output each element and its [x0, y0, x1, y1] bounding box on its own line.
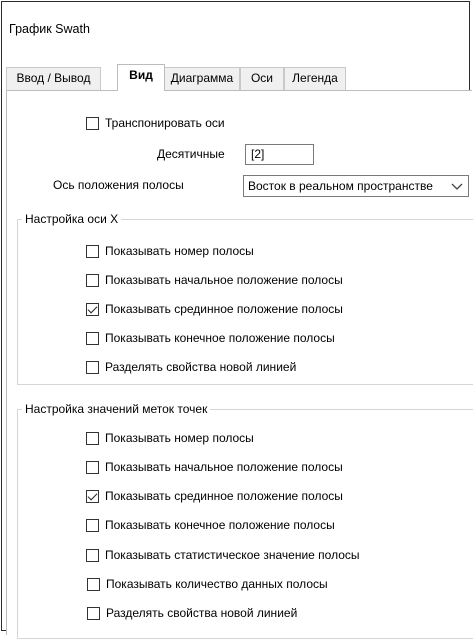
point-label-option-mid-position[interactable]: Показывать срединное положение полосы — [86, 488, 343, 504]
tab-view[interactable]: Вид — [117, 64, 165, 91]
x-axis-settings-title: Настройка оси X — [22, 212, 122, 226]
point-label-option-start-position[interactable]: Показывать начальное положение полосы — [86, 459, 343, 475]
point-label-statistic-checkbox[interactable] — [86, 548, 99, 562]
chevron-down-icon — [451, 183, 463, 190]
x-axis-strip-number-checkbox[interactable] — [86, 244, 99, 258]
point-label-option-separate-lines[interactable]: Разделять свойства новой линией — [87, 605, 297, 621]
point-label-statistic-label: Показывать статистическое значение полос… — [105, 548, 360, 562]
x-axis-option-separate-lines[interactable]: Разделять свойства новой линией — [86, 359, 296, 375]
point-label-start-position-checkbox[interactable] — [86, 460, 99, 474]
point-label-option-strip-number[interactable]: Показывать номер полосы — [86, 430, 254, 446]
x-axis-start-position-label: Показывать начальное положение полосы — [105, 273, 343, 287]
view-tab-panel: Транспонировать оси Десятичные [2] Ось п… — [6, 90, 473, 639]
tab-legend[interactable]: Легенда — [284, 67, 346, 90]
x-axis-mid-position-label: Показывать срединное положение полосы — [105, 302, 343, 316]
strip-axis-select[interactable]: Восток в реальном пространстве — [243, 175, 469, 197]
x-axis-end-position-label: Показывать конечное положение полосы — [105, 331, 335, 345]
window-title: График Swath — [9, 22, 90, 36]
point-label-separate-lines-label: Разделять свойства новой линией — [106, 606, 298, 620]
x-axis-start-position-checkbox[interactable] — [86, 273, 99, 287]
strip-axis-value: Восток в реальном пространстве — [248, 179, 433, 193]
strip-axis-label: Ось положения полосы — [53, 178, 184, 192]
point-labels-settings-title: Настройка значений меток точек — [22, 402, 211, 416]
transpose-axes-label: Транспонировать оси — [105, 116, 225, 130]
tab-axes[interactable]: Оси — [240, 67, 284, 90]
point-label-strip-number-label: Показывать номер полосы — [105, 431, 254, 445]
x-axis-mid-position-checkbox[interactable] — [86, 302, 99, 316]
x-axis-option-start-position[interactable]: Показывать начальное положение полосы — [86, 272, 343, 288]
decimals-label: Десятичные — [157, 147, 225, 161]
point-label-option-data-count[interactable]: Показывать количество данных полосы — [87, 576, 328, 592]
point-label-mid-position-label: Показывать срединное положение полосы — [105, 489, 343, 503]
x-axis-option-mid-position[interactable]: Показывать срединное положение полосы — [86, 301, 343, 317]
point-label-option-end-position[interactable]: Показывать конечное положение полосы — [86, 517, 335, 533]
point-label-end-position-label: Показывать конечное положение полосы — [105, 518, 335, 532]
decimals-field[interactable]: [2] — [245, 144, 314, 165]
point-label-data-count-checkbox[interactable] — [87, 577, 100, 591]
x-axis-strip-number-label: Показывать номер полосы — [105, 244, 254, 258]
x-axis-option-strip-number[interactable]: Показывать номер полосы — [86, 243, 254, 259]
x-axis-option-end-position[interactable]: Показывать конечное положение полосы — [86, 330, 335, 346]
transpose-axes-checkbox[interactable] — [86, 116, 99, 130]
transpose-axes-option[interactable]: Транспонировать оси — [86, 115, 225, 131]
tab-diagram[interactable]: Диаграмма — [164, 67, 240, 90]
point-label-option-statistic[interactable]: Показывать статистическое значение полос… — [86, 547, 360, 563]
point-label-end-position-checkbox[interactable] — [86, 518, 99, 532]
point-label-mid-position-checkbox[interactable] — [86, 489, 99, 503]
x-axis-end-position-checkbox[interactable] — [86, 331, 99, 345]
x-axis-separate-lines-checkbox[interactable] — [86, 360, 99, 374]
point-label-strip-number-checkbox[interactable] — [86, 431, 99, 445]
swath-chart-window: График Swath Ввод / Вывод Вид Диаграмма … — [1, 1, 473, 639]
tab-input-output[interactable]: Ввод / Вывод — [6, 67, 101, 90]
point-label-separate-lines-checkbox[interactable] — [87, 606, 100, 620]
point-label-data-count-label: Показывать количество данных полосы — [106, 577, 328, 591]
point-labels-settings-group: Настройка значений меток точек Показыват… — [17, 402, 473, 639]
x-axis-separate-lines-label: Разделять свойства новой линией — [105, 360, 297, 374]
x-axis-settings-group: Настройка оси X Показывать номер полосы … — [17, 212, 473, 385]
point-label-start-position-label: Показывать начальное положение полосы — [105, 460, 343, 474]
tab-strip: Ввод / Вывод Вид Диаграмма Оси Легенда — [6, 64, 472, 91]
